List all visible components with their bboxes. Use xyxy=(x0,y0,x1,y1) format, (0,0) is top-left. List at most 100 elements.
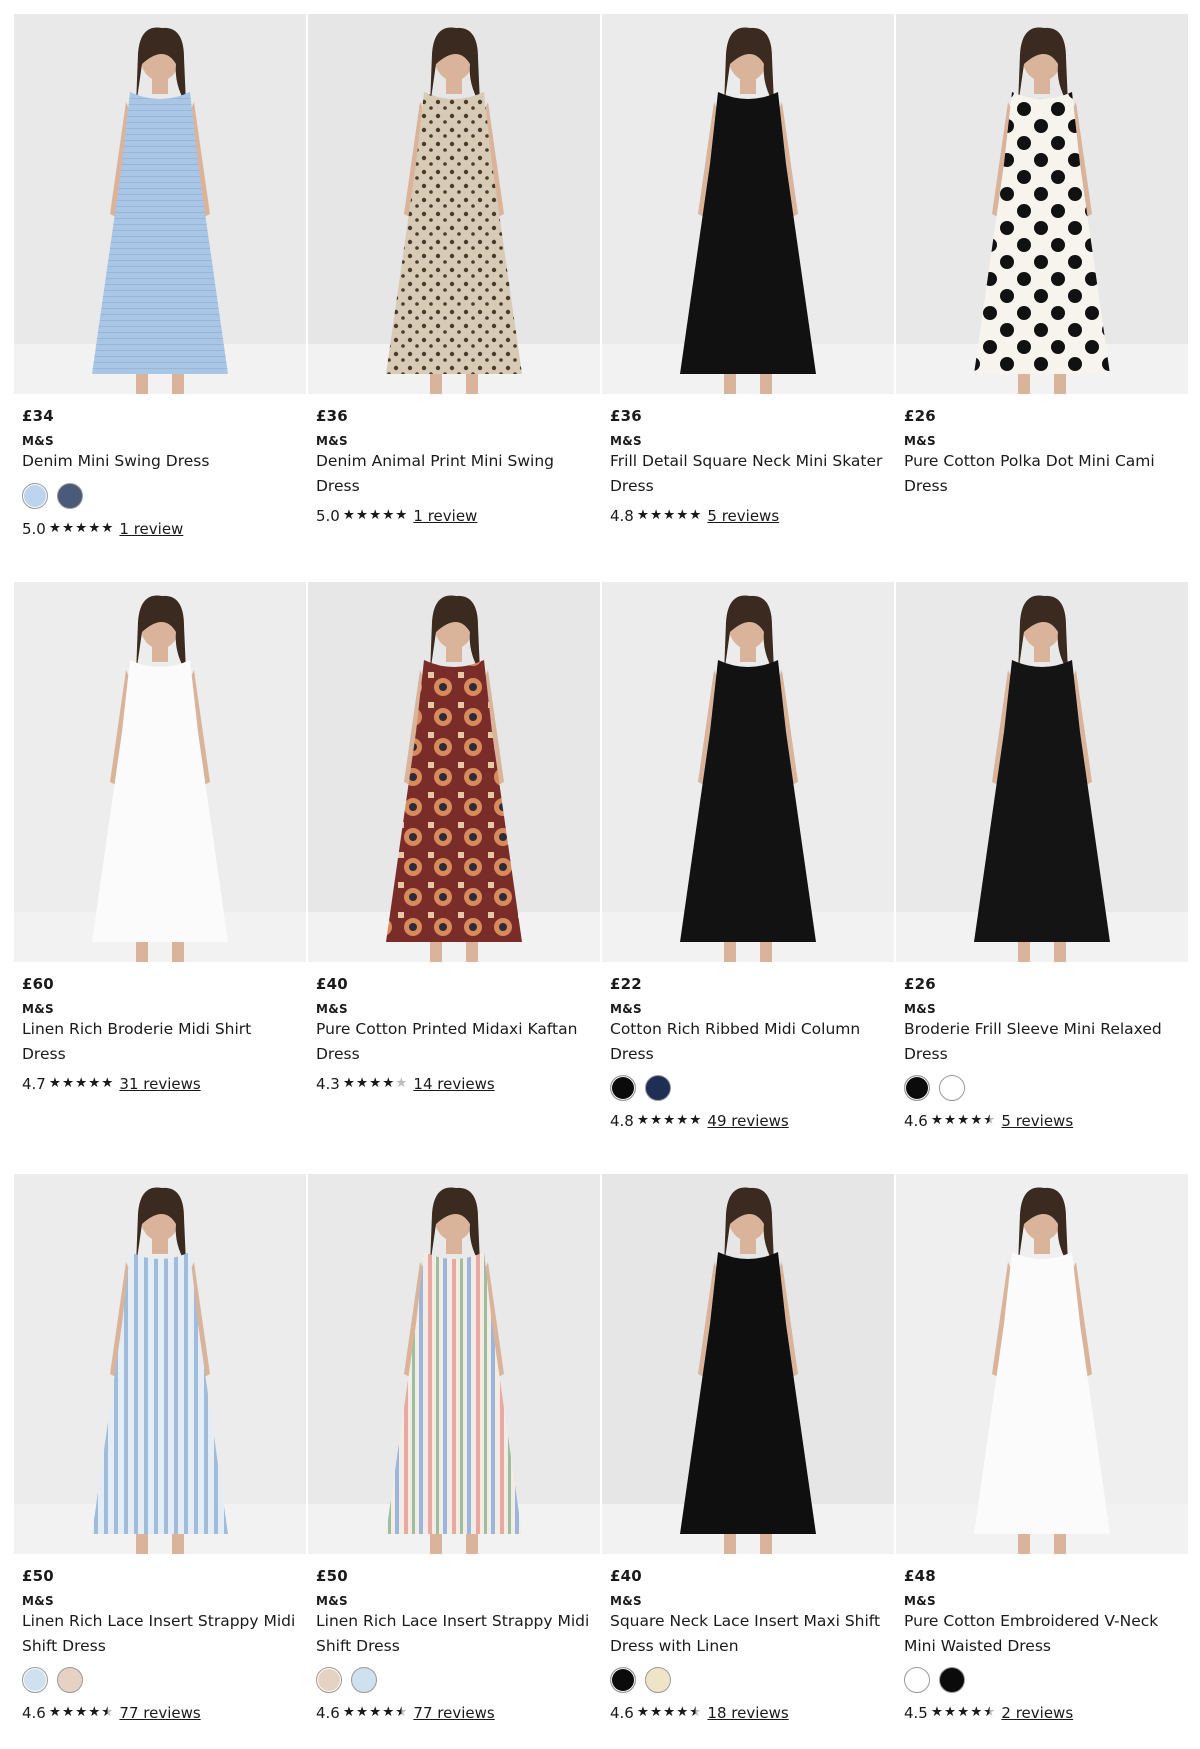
product-card[interactable]: £50 M&S Linen Rich Lace Insert Strappy Mid… xyxy=(14,1174,306,1749)
product-title[interactable]: Square Neck Lace Insert Maxi Shift Dress… xyxy=(610,1612,880,1655)
rating-score: 5.0 xyxy=(22,519,46,538)
product-title[interactable]: Broderie Frill Sleeve Mini Relaxed Dress xyxy=(904,1020,1162,1063)
colour-swatch-cream[interactable] xyxy=(645,1667,671,1693)
product-info: £50 M&S Linen Rich Lace Insert Strappy Mid… xyxy=(308,1554,600,1724)
product-card[interactable]: £26 M&S Pure Cotton Polka Dot Mini Cami Dr… xyxy=(896,14,1188,582)
colour-swatch-blue-stripe[interactable] xyxy=(22,1667,48,1693)
reviews-link[interactable]: 1 review xyxy=(119,518,183,540)
product-brand: M&S xyxy=(610,1002,642,1016)
product-rating: 4.7 ★ ★ ★ ★ ★ 31 reviews xyxy=(22,1073,298,1095)
star-icon: ★ xyxy=(943,1704,957,1721)
product-brand: M&S xyxy=(904,1002,936,1016)
product-title[interactable]: Pure Cotton Embroidered V-Neck Mini Wais… xyxy=(904,1612,1158,1655)
product-info: £36 M&S Denim Animal Print Mini Swing Dres… xyxy=(308,394,600,527)
product-info: £26 M&S Pure Cotton Polka Dot Mini Cami Dr… xyxy=(896,394,1188,498)
rating-score: 4.6 xyxy=(904,1112,928,1130)
star-rating: ★ ★ ★ ★ ★ xyxy=(931,1706,996,1720)
product-card[interactable]: £36 M&S Frill Detail Square Neck Mini Skat… xyxy=(602,14,894,582)
product-image[interactable] xyxy=(602,582,894,962)
star-icon: ★ xyxy=(75,1704,88,1721)
product-title[interactable]: Linen Rich Broderie Midi Shirt Dress xyxy=(22,1020,251,1063)
product-card[interactable]: £22 M&S Cotton Rich Ribbed Midi Column Dre… xyxy=(602,582,894,1174)
star-icon: ★ xyxy=(101,1704,114,1721)
reviews-link[interactable]: 77 reviews xyxy=(119,1702,200,1724)
star-icon: ★ xyxy=(663,507,676,524)
product-image[interactable] xyxy=(308,14,600,394)
product-brand: M&S xyxy=(316,434,348,448)
product-price: £48 xyxy=(904,1567,936,1585)
reviews-link[interactable]: 2 reviews xyxy=(1001,1702,1073,1724)
product-image[interactable] xyxy=(896,1174,1188,1554)
product-title[interactable]: Pure Cotton Printed Midaxi Kaftan Dress xyxy=(316,1020,577,1063)
product-card[interactable]: £60 M&S Linen Rich Broderie Midi Shirt Dre… xyxy=(14,582,306,1174)
star-icon: ★ xyxy=(342,1075,355,1092)
colour-swatch-blue-stripe[interactable] xyxy=(351,1667,377,1693)
colour-swatch-black[interactable] xyxy=(610,1667,636,1693)
star-icon: ★ xyxy=(355,507,369,524)
star-icon: ★ xyxy=(369,1704,382,1721)
reviews-link[interactable]: 5 reviews xyxy=(1001,1110,1073,1132)
star-icon: ★ xyxy=(355,1704,369,1721)
product-image[interactable] xyxy=(14,14,306,394)
product-card[interactable]: £40 M&S Pure Cotton Printed Midaxi Kaftan … xyxy=(308,582,600,1174)
reviews-link[interactable]: 5 reviews xyxy=(707,505,779,527)
product-card[interactable]: £48 M&S Pure Cotton Embroidered V-Neck Min… xyxy=(896,1174,1188,1749)
star-icon: ★ xyxy=(61,1704,75,1721)
star-icon: ★ xyxy=(61,519,75,536)
product-title[interactable]: Pure Cotton Polka Dot Mini Cami Dress xyxy=(904,452,1155,495)
product-card[interactable]: £34 M&S Denim Mini Swing Dress 5.0 ★ ★ ★ ★ ★ 1 re… xyxy=(14,14,306,582)
colour-swatch-multi-stripe[interactable] xyxy=(316,1667,342,1693)
colour-swatch-black[interactable] xyxy=(904,1075,930,1101)
star-rating: ★ ★ ★ ★ ★ xyxy=(343,1077,408,1091)
product-title[interactable]: Linen Rich Lace Insert Strappy Midi Shif… xyxy=(316,1612,589,1655)
product-info: £36 M&S Frill Detail Square Neck Mini Skat… xyxy=(602,394,894,527)
product-info: £48 M&S Pure Cotton Embroidered V-Neck Min… xyxy=(896,1554,1188,1724)
product-title[interactable]: Denim Animal Print Mini Swing Dress xyxy=(316,452,554,495)
rating-score: 5.0 xyxy=(316,507,340,525)
product-image[interactable] xyxy=(14,582,306,962)
product-title[interactable]: Linen Rich Lace Insert Strappy Midi Shif… xyxy=(22,1612,295,1655)
reviews-link[interactable]: 14 reviews xyxy=(413,1073,494,1095)
product-card[interactable]: £36 M&S Denim Animal Print Mini Swing Dres… xyxy=(308,14,600,582)
star-icon: ★ xyxy=(663,1112,676,1129)
reviews-link[interactable]: 1 review xyxy=(413,505,477,527)
reviews-link[interactable]: 77 reviews xyxy=(413,1702,494,1724)
colour-swatch-dark-denim[interactable] xyxy=(57,482,83,509)
rating-score: 4.3 xyxy=(316,1075,340,1093)
product-title[interactable]: Denim Mini Swing Dress xyxy=(22,452,209,470)
star-icon: ★ xyxy=(48,1704,61,1721)
product-card[interactable]: £50 M&S Linen Rich Lace Insert Strappy Mid… xyxy=(308,1174,600,1749)
product-image[interactable] xyxy=(602,14,894,394)
star-icon: ★ xyxy=(88,519,101,536)
reviews-link[interactable]: 18 reviews xyxy=(707,1702,788,1724)
product-image[interactable] xyxy=(14,1174,306,1554)
product-card[interactable]: £40 M&S Square Neck Lace Insert Maxi Shift… xyxy=(602,1174,894,1749)
colour-swatch-navy[interactable] xyxy=(645,1075,671,1101)
rating-score: 4.5 xyxy=(904,1704,928,1722)
colour-swatch-light-denim[interactable] xyxy=(22,482,48,509)
star-rating: ★ ★ ★ ★ ★ xyxy=(637,509,702,523)
colour-swatch-black[interactable] xyxy=(610,1075,636,1101)
product-image[interactable] xyxy=(896,582,1188,962)
colour-swatch-white[interactable] xyxy=(904,1667,930,1693)
product-price: £26 xyxy=(904,407,936,425)
star-icon: ★ xyxy=(75,1075,88,1092)
star-icon: ★ xyxy=(689,1704,702,1721)
colour-swatch-black[interactable] xyxy=(939,1667,965,1693)
product-card[interactable]: £26 M&S Broderie Frill Sleeve Mini Relaxed… xyxy=(896,582,1188,1174)
star-icon: ★ xyxy=(369,1075,382,1092)
colour-swatch-white[interactable] xyxy=(939,1075,965,1101)
product-image[interactable] xyxy=(896,14,1188,394)
product-image[interactable] xyxy=(602,1174,894,1554)
colour-swatch-multi-stripe[interactable] xyxy=(57,1667,83,1693)
product-title[interactable]: Cotton Rich Ribbed Midi Column Dress xyxy=(610,1020,860,1063)
reviews-link[interactable]: 31 reviews xyxy=(119,1073,200,1095)
product-image[interactable] xyxy=(308,1174,600,1554)
star-rating: ★ ★ ★ ★ ★ xyxy=(637,1706,702,1720)
star-icon: ★ xyxy=(369,507,382,524)
product-title[interactable]: Frill Detail Square Neck Mini Skater Dre… xyxy=(610,452,882,495)
product-image[interactable] xyxy=(308,582,600,962)
star-icon: ★ xyxy=(663,1704,676,1721)
product-rating: 4.6 ★ ★ ★ ★ ★ 5 reviews xyxy=(904,1110,1180,1132)
reviews-link[interactable]: 49 reviews xyxy=(707,1110,788,1132)
